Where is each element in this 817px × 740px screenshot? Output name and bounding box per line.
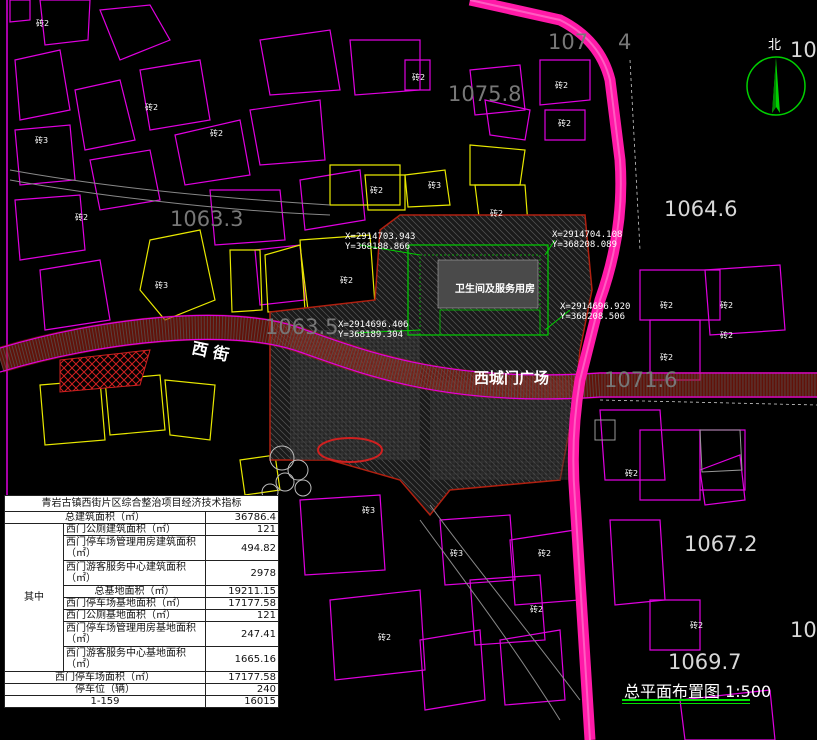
- table-cell-label: 停车位（辆）: [4, 683, 206, 696]
- coord-x: X=2914696.406: [338, 320, 409, 330]
- elevation-label: 1067.2: [684, 532, 758, 556]
- lot-label: 砖2: [660, 353, 674, 362]
- elevation-label: 1064.6: [664, 197, 738, 221]
- elevation-label: 1071.6: [604, 368, 678, 392]
- lot-label: 砖3: [362, 506, 376, 515]
- lot-label: 砖3: [155, 281, 169, 290]
- coordinate-label: X=2914696.406 Y=368189.304: [338, 320, 408, 340]
- lot-label: 砖2: [558, 119, 572, 128]
- table-row: 1-159 16015: [4, 695, 279, 708]
- lot-label: 砖2: [145, 103, 159, 112]
- table-cell-label: 总基地面积（㎡）: [63, 585, 206, 598]
- table-cell-value: 17177.58: [205, 671, 279, 684]
- table-cell-label: 西门公厕基地面积（㎡）: [63, 609, 206, 622]
- lot-label: 砖2: [720, 331, 734, 340]
- elevation-label: 1075.8: [448, 82, 522, 106]
- table-row: 停车位（辆） 240: [4, 683, 279, 696]
- lot-label: 砖2: [690, 621, 704, 630]
- buildings-gray: [594, 419, 743, 473]
- coord-x: X=2914696.920: [560, 302, 631, 312]
- lot-label: 砖2: [36, 19, 50, 28]
- table-cell-value: 2978: [205, 560, 279, 586]
- lot-label: 砖2: [378, 633, 392, 642]
- table-cell-label: 西门停车场基地面积（㎡）: [63, 597, 206, 610]
- table-cell-label: 西门停车场管理用房建筑面积（㎡）: [63, 535, 206, 561]
- coordinate-label: X=2914703.943 Y=368188.866: [345, 232, 415, 252]
- lot-label: 砖2: [340, 276, 354, 285]
- plan-title-underline: [622, 699, 750, 701]
- table-cell-value: 121: [205, 523, 279, 536]
- table-cell-label: 1-159: [4, 695, 206, 708]
- lot-label: 砖2: [555, 81, 569, 90]
- coord-x: X=2914703.943: [345, 232, 416, 242]
- coordinate-label: X=2914696.920 Y=368208.506: [560, 302, 630, 322]
- elevation-label: 1063.5: [265, 315, 339, 339]
- north-label: 北: [768, 38, 782, 53]
- lot-label: 砖2: [75, 213, 89, 222]
- table-cell-value: 17177.58: [205, 597, 279, 610]
- plan-title-underline: [622, 703, 750, 704]
- lot-label: 砖2: [412, 73, 426, 82]
- lot-label: 砖2: [720, 301, 734, 310]
- lot-label: 砖2: [660, 301, 674, 310]
- table-cell-value: 121: [205, 609, 279, 622]
- table-cell-value: 247.41: [205, 621, 279, 647]
- table-cell-label: 西门停车场面积（㎡）: [4, 671, 206, 684]
- toilet-building-label: 卫生间及服务用房: [455, 284, 535, 295]
- table-title: 青岩古镇西街片区综合整治项目经济技术指标: [4, 495, 279, 512]
- lot-label: 砖2: [538, 549, 552, 558]
- lot-label: 砖2: [625, 469, 639, 478]
- plaza-label: 西城门广场: [474, 369, 550, 387]
- coord-y: Y=368189.304: [338, 330, 404, 340]
- elevation-label: 107: [548, 30, 589, 54]
- lot-label: 砖2: [210, 129, 224, 138]
- north-arrow-icon: [746, 56, 806, 116]
- table-row: 西门停车场面积（㎡） 17177.58: [4, 671, 279, 684]
- lot-label: 砖3: [450, 549, 464, 558]
- lot-label: 砖2: [370, 186, 384, 195]
- indicator-table: 青岩古镇西街片区综合整治项目经济技术指标 总建筑面积（㎡） 36786.4 其中…: [4, 495, 279, 708]
- table-cell-value: 240: [205, 683, 279, 696]
- coord-y: Y=368208.089: [552, 240, 618, 250]
- table-cell-label: 西门公厕建筑面积（㎡）: [63, 523, 206, 536]
- red-hatch-zone: [59, 349, 151, 393]
- elevation-label: 4: [618, 30, 632, 54]
- elevation-label: 106: [790, 618, 817, 642]
- coordinate-label: X=2914704.108 Y=368208.089: [552, 230, 622, 250]
- elevation-label: 1063.3: [170, 207, 244, 231]
- table-cell-label: 西门游客服务中心基地面积（㎡）: [63, 646, 206, 672]
- table-cell-value: 16015: [205, 695, 279, 708]
- table-row: 总建筑面积（㎡） 36786.4: [4, 511, 279, 524]
- table-cell-label: 西门停车场管理用房基地面积（㎡）: [63, 621, 206, 647]
- lot-label: 砖2: [490, 209, 504, 218]
- lot-label: 砖3: [428, 181, 442, 190]
- table-row: 其中 西门公厕建筑面积（㎡） 121: [4, 523, 279, 672]
- table-cell-value: 36786.4: [205, 511, 279, 524]
- table-cell-value: 19211.15: [205, 585, 279, 598]
- lot-label: 砖3: [35, 136, 49, 145]
- table-group-label: 其中: [4, 523, 64, 672]
- coord-x: X=2914704.108: [552, 230, 623, 240]
- lot-label: 砖2: [530, 605, 544, 614]
- elevation-label: 1069.7: [668, 650, 742, 674]
- coord-y: Y=368188.866: [345, 242, 411, 252]
- coord-y: Y=368208.506: [560, 312, 626, 322]
- table-cell-label: 西门游客服务中心建筑面积（㎡）: [63, 560, 206, 586]
- table-cell-value: 1665.16: [205, 646, 279, 672]
- table-cell-label: 总建筑面积（㎡）: [4, 511, 206, 524]
- table-cell-value: 494.82: [205, 535, 279, 561]
